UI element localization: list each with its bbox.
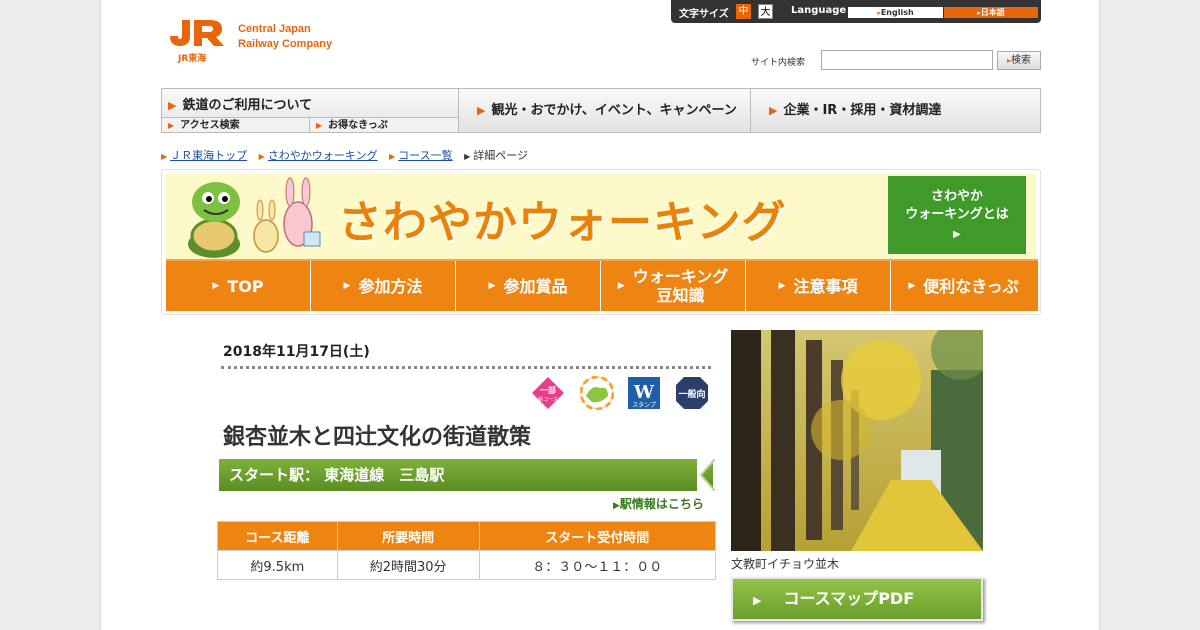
general-badge-icon: 一般向 xyxy=(675,376,709,410)
page-container: JR東海 Central Japan Railway Company 文字サイズ… xyxy=(100,0,1100,630)
jr-logo-icon xyxy=(170,20,224,46)
table-header-row: コース距離 所要時間 スタート受付時間 xyxy=(217,521,717,551)
dotted-divider xyxy=(221,366,711,369)
area-map-badge-icon xyxy=(579,375,615,411)
cell-duration: 約2時間30分 xyxy=(336,550,480,580)
nav-sightseeing[interactable]: ▶ 観光・おでかけ、イベント、キャンペーン xyxy=(459,89,751,132)
photo-caption: 文教町イチョウ並木 xyxy=(731,557,840,571)
menu-prizes[interactable]: ▶ 参加賞品 xyxy=(456,261,601,311)
font-size-medium-button[interactable]: 中 xyxy=(736,4,751,19)
logo-line2: Railway Company xyxy=(238,38,333,50)
start-station-bar: スタート駅： 東海道線 三島駅 xyxy=(219,459,715,491)
table-row: 約9.5km 約2時間30分 ８：３０～１１：００ xyxy=(217,550,717,580)
station-info-link[interactable]: ▶駅情報はこちら xyxy=(613,495,704,512)
menu-top[interactable]: ▶ TOP xyxy=(166,261,311,311)
walking-menu: ▶ TOP ▶ 参加方法 ▶ 参加賞品 ▶ ウォーキング 豆知識 ▶ 注意事項 ▶ 便利なきっ… xyxy=(166,259,1038,311)
svg-text:新コース: 新コース xyxy=(538,396,558,403)
jr-central-logo[interactable]: JR東海 Central Japan Railway Company xyxy=(166,16,366,66)
course-info-table: コース距離 所要時間 スタート受付時間 約9.5km 約2時間30分 ８：３０～… xyxy=(217,521,717,580)
logo-company-name: Central Japan Railway Company xyxy=(238,22,368,52)
nav-railway-usage-link[interactable]: ▶ 鉄道のご利用について xyxy=(168,94,312,113)
menu-precautions[interactable]: ▶ 注意事項 xyxy=(746,261,891,311)
nav-access-search[interactable]: ▶ アクセス検索 xyxy=(162,117,310,132)
menu-how-to-join[interactable]: ▶ 参加方法 xyxy=(311,261,456,311)
logo-line1: Central Japan xyxy=(238,23,311,35)
about-walking-button[interactable]: さわやか ウォーキングとは ▶ xyxy=(888,176,1026,254)
lang-english-button[interactable]: ▸English xyxy=(848,7,943,18)
svg-text:一部: 一部 xyxy=(540,385,556,395)
about-arrow-icon: ▶ xyxy=(953,229,961,240)
stamp-badge-icon: W スタンプ xyxy=(627,376,661,410)
walking-banner: さわやかウォーキング さわやか ウォーキングとは ▶ ▶ TOP ▶ 参加方法 ▶ 参… xyxy=(161,169,1041,315)
site-search-label: サイト内検索 xyxy=(751,58,806,68)
mascot-characters-icon xyxy=(188,177,321,258)
nav-value-tickets[interactable]: ▶ お得なきっぷ xyxy=(310,117,458,132)
header-duration: 所要時間 xyxy=(336,521,480,551)
about-line1: さわやか xyxy=(930,189,983,204)
breadcrumb-jr-top[interactable]: ＪＲ東海トップ xyxy=(170,149,247,162)
font-size-label: 文字サイズ xyxy=(679,9,729,20)
ribbon-end-icon xyxy=(697,459,715,491)
svg-text:W: W xyxy=(633,382,655,403)
svg-text:一般向: 一般向 xyxy=(678,388,705,400)
menu-walking-tips[interactable]: ▶ ウォーキング 豆知識 xyxy=(601,261,746,311)
start-station-text: スタート駅： 東海道線 三島駅 xyxy=(229,466,445,484)
logo-small-text: JR東海 xyxy=(178,54,207,64)
cell-start-time: ８：３０～１１：００ xyxy=(478,550,717,580)
banner-header: さわやかウォーキング さわやか ウォーキングとは ▶ xyxy=(166,174,1036,259)
pdf-arrow-icon: ▶ xyxy=(753,594,762,607)
breadcrumb-current: 詳細ページ xyxy=(473,149,529,162)
breadcrumb: ▶ ＪＲ東海トップ ▶ さわやかウォーキング ▶ コース一覧 ▶ 詳細ページ xyxy=(161,149,529,162)
global-nav: ▶ 鉄道のご利用について ▶ アクセス検索 ▶ お得なきっぷ ▶ 観光・おでかけ、イベン… xyxy=(161,88,1041,133)
utility-bar: 文字サイズ 中 大 Language ▸English ▸日本語 xyxy=(671,0,1041,23)
nav-railway-usage: ▶ 鉄道のご利用について ▶ アクセス検索 ▶ お得なきっぷ xyxy=(162,89,459,132)
course-photo xyxy=(731,330,983,551)
svg-text:スタンプ: スタンプ xyxy=(632,401,656,409)
course-map-pdf-button[interactable]: ▶ コースマップPDF xyxy=(731,577,983,621)
nav-corporate[interactable]: ▶ 企業・IR・採用・資材調達 xyxy=(751,89,1040,132)
new-course-badge-icon: 一部 新コース xyxy=(531,376,565,410)
search-button[interactable]: ▸検索 xyxy=(997,51,1041,70)
site-search-input[interactable] xyxy=(821,50,993,70)
lang-japanese-button[interactable]: ▸日本語 xyxy=(944,7,1038,18)
font-size-large-button[interactable]: 大 xyxy=(758,4,773,19)
breadcrumb-course-list[interactable]: コース一覧 xyxy=(398,149,452,162)
language-label: Language xyxy=(791,5,847,16)
header-start-time: スタート受付時間 xyxy=(478,521,717,551)
event-date: 2018年11月17日(土) xyxy=(223,344,370,360)
event-title: 銀杏並木と四辻文化の街道散策 xyxy=(223,425,532,450)
menu-useful-tickets[interactable]: ▶ 便利なきっぷ xyxy=(891,261,1036,311)
cell-distance: 約9.5km xyxy=(217,550,338,580)
about-line2: ウォーキングとは xyxy=(905,207,1009,222)
header-distance: コース距離 xyxy=(217,521,338,551)
banner-title: さわやかウォーキング xyxy=(338,197,787,248)
ginkgo-avenue-photo xyxy=(731,330,983,551)
breadcrumb-sawayaka[interactable]: さわやかウォーキング xyxy=(268,149,378,162)
